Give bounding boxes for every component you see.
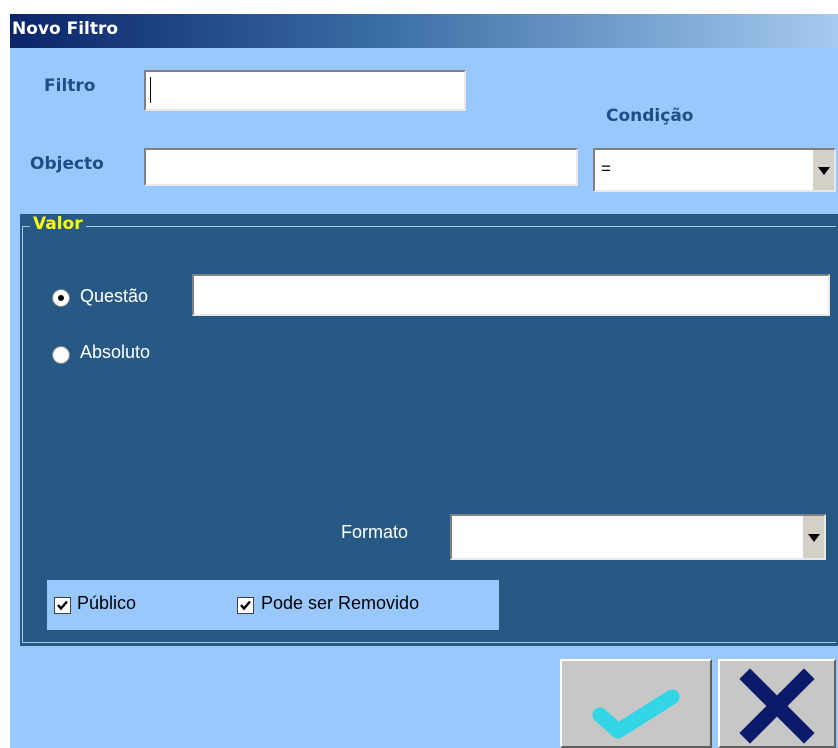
- formato-label: Formato: [341, 522, 409, 542]
- group-border-top: [22, 226, 836, 227]
- checkmark-icon: [57, 600, 68, 611]
- formato-select[interactable]: [450, 514, 826, 560]
- options-strip: Público Pode ser Removido: [47, 580, 499, 630]
- questao-label[interactable]: Questão: [80, 286, 148, 307]
- valor-group: Valor Questão Absoluto Formato Público P…: [20, 214, 838, 646]
- condicao-select[interactable]: =: [593, 148, 836, 192]
- window-title: Novo Filtro: [12, 19, 119, 39]
- filtro-input[interactable]: [144, 70, 466, 111]
- absoluto-label[interactable]: Absoluto: [80, 342, 150, 363]
- x-icon: [739, 668, 815, 744]
- publico-label[interactable]: Público: [77, 593, 136, 614]
- objecto-input[interactable]: [144, 148, 578, 186]
- chevron-down-icon: [818, 167, 830, 175]
- cancel-button[interactable]: [718, 659, 836, 748]
- formato-dropdown-button[interactable]: [802, 516, 824, 558]
- publico-checkbox[interactable]: [54, 597, 71, 614]
- absoluto-radio[interactable]: [52, 346, 70, 364]
- questao-input[interactable]: [192, 274, 830, 316]
- checkmark-icon: [240, 600, 251, 611]
- removivel-label[interactable]: Pode ser Removido: [261, 593, 419, 614]
- condicao-selected-value: =: [601, 159, 611, 178]
- checkmark-icon: [592, 689, 680, 739]
- filtro-label: Filtro: [44, 76, 96, 96]
- valor-legend: Valor: [30, 214, 86, 234]
- condicao-dropdown-button[interactable]: [812, 150, 834, 190]
- questao-radio[interactable]: [52, 289, 70, 307]
- condicao-label: Condição: [606, 106, 694, 126]
- title-bar[interactable]: Novo Filtro: [10, 14, 838, 48]
- group-border-bottom: [22, 642, 836, 643]
- text-caret: [150, 77, 151, 103]
- new-filter-dialog: Novo Filtro Filtro Condição Objecto = Va…: [10, 14, 838, 748]
- chevron-down-icon: [808, 534, 820, 542]
- ok-button[interactable]: [560, 659, 712, 748]
- objecto-label: Objecto: [30, 154, 104, 174]
- radio-selected-dot: [58, 295, 64, 301]
- group-border-left: [22, 226, 23, 642]
- removivel-checkbox[interactable]: [237, 597, 254, 614]
